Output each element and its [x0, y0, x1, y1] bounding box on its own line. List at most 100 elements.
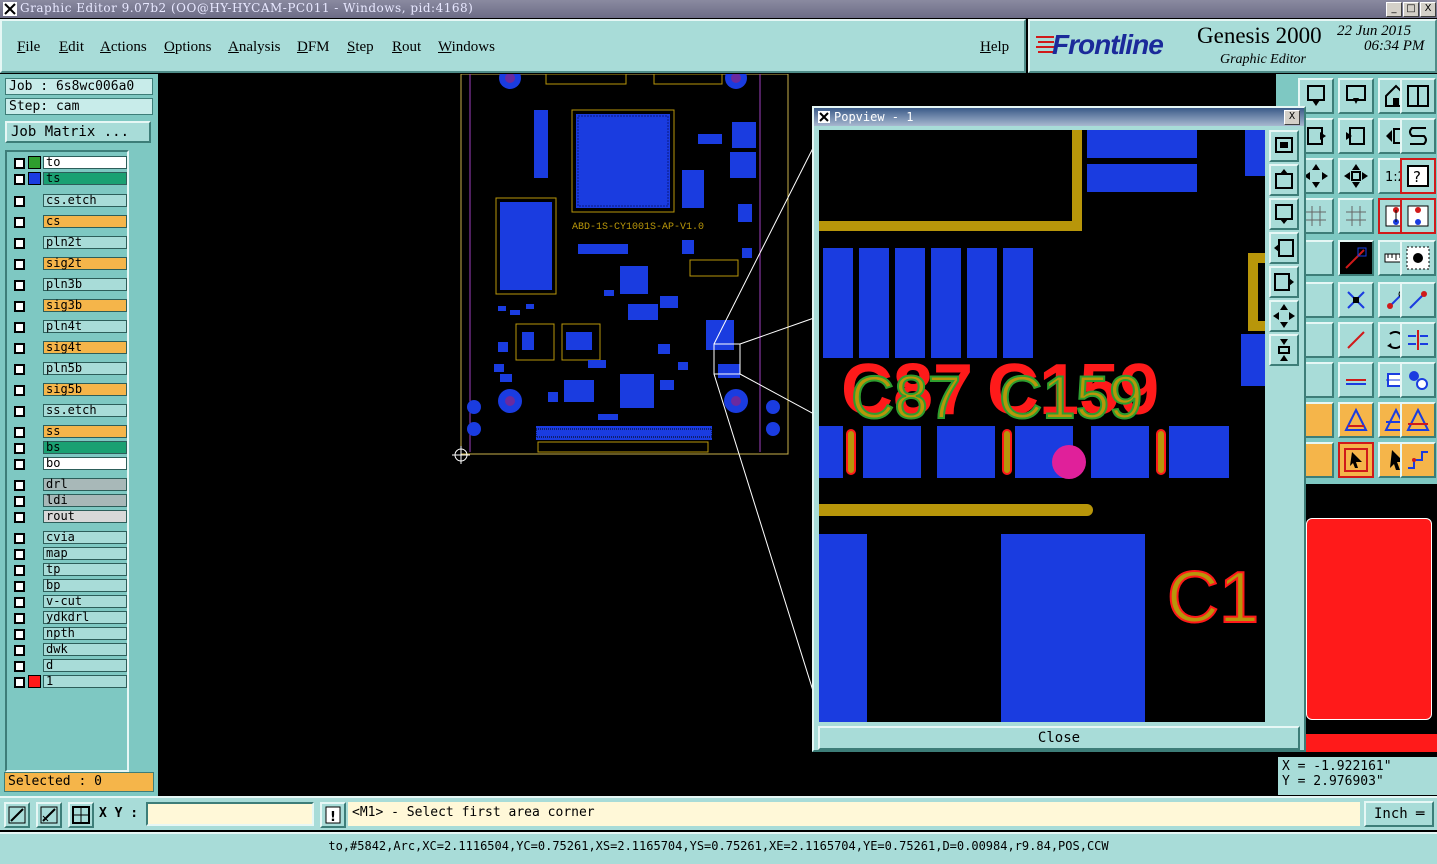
layer-row-bp[interactable]: bp: [10, 579, 128, 593]
layer-name[interactable]: npth: [43, 627, 127, 640]
layer-row-ts[interactable]: ts: [10, 172, 128, 186]
layer-name[interactable]: pln3b: [43, 278, 127, 291]
layer-color-swatch[interactable]: [28, 441, 41, 454]
layer-row-drl[interactable]: drl: [10, 478, 128, 492]
layer-name[interactable]: pln2t: [43, 236, 127, 249]
layer-name[interactable]: 1: [43, 675, 127, 688]
layer-checkbox[interactable]: [14, 496, 25, 507]
tool-diag-line[interactable]: [1338, 322, 1374, 358]
layer-checkbox[interactable]: [14, 364, 25, 375]
popview-close-button[interactable]: Close: [818, 726, 1300, 750]
layer-checkbox[interactable]: [14, 196, 25, 207]
layer-name[interactable]: bs: [43, 441, 127, 454]
layer-color-swatch[interactable]: [28, 595, 41, 608]
layer-checkbox[interactable]: [14, 238, 25, 249]
layer-name[interactable]: pln5b: [43, 362, 127, 375]
popview-tool-2[interactable]: [1269, 164, 1299, 196]
layer-color-swatch[interactable]: [28, 457, 41, 470]
layer-name[interactable]: v-cut: [43, 595, 127, 608]
layer-row-pln4t[interactable]: pln4t: [10, 320, 128, 334]
layer-color-swatch[interactable]: [28, 510, 41, 523]
layer-name[interactable]: rout: [43, 510, 127, 523]
layer-color-swatch[interactable]: [28, 299, 41, 312]
layer-color-swatch[interactable]: [28, 675, 41, 688]
layer-checkbox[interactable]: [14, 459, 25, 470]
tool-delete-x[interactable]: [1338, 282, 1374, 318]
menu-analysis[interactable]: Analysis: [228, 39, 281, 56]
layer-checkbox[interactable]: [14, 280, 25, 291]
layer-row-tp[interactable]: tp: [10, 563, 128, 577]
layer-color-swatch[interactable]: [28, 215, 41, 228]
layer-name[interactable]: sig4t: [43, 341, 127, 354]
layer-checkbox[interactable]: [14, 301, 25, 312]
layer-color-swatch[interactable]: [28, 156, 41, 169]
layer-name[interactable]: sig2t: [43, 257, 127, 270]
popview-canvas[interactable]: C87 C87 C159 C159 C1: [819, 130, 1265, 722]
layer-row-ss.etch[interactable]: ss.etch: [10, 404, 128, 418]
layer-row-to[interactable]: to: [10, 156, 128, 170]
tool-help[interactable]: ?: [1400, 158, 1436, 194]
layer-color-swatch[interactable]: [28, 320, 41, 333]
menu-edit[interactable]: Edit: [59, 39, 84, 56]
maximize-button[interactable]: □: [1403, 2, 1419, 17]
tool-line-end[interactable]: [1400, 282, 1436, 318]
layer-name[interactable]: ss.etch: [43, 404, 127, 417]
measure-tool-button[interactable]: [36, 802, 62, 828]
grid-tool-button[interactable]: [68, 802, 94, 828]
xy-input[interactable]: [146, 802, 314, 826]
layer-checkbox[interactable]: [14, 259, 25, 270]
layer-row-dwk[interactable]: dwk: [10, 643, 128, 657]
layer-row-cs[interactable]: cs: [10, 215, 128, 229]
minimize-button[interactable]: _: [1386, 2, 1402, 17]
layer-color-swatch[interactable]: [28, 383, 41, 396]
layer-row-sig3b[interactable]: sig3b: [10, 299, 128, 313]
tool-split-view[interactable]: [1400, 78, 1436, 114]
layer-name[interactable]: sig3b: [43, 299, 127, 312]
layer-color-swatch[interactable]: [28, 579, 41, 592]
alert-button[interactable]: !: [320, 802, 346, 828]
layer-row-rout[interactable]: rout: [10, 510, 128, 524]
layer-color-swatch[interactable]: [28, 341, 41, 354]
layer-color-swatch[interactable]: [28, 257, 41, 270]
layer-row-pln3b[interactable]: pln3b: [10, 278, 128, 292]
menu-actions[interactable]: Actions: [100, 39, 147, 56]
layer-checkbox[interactable]: [14, 597, 25, 608]
tool-triangle[interactable]: [1338, 402, 1374, 438]
tool-pan-screen[interactable]: [1338, 118, 1374, 154]
layer-color-swatch[interactable]: [28, 547, 41, 560]
layer-name[interactable]: bp: [43, 579, 127, 592]
layer-checkbox[interactable]: [14, 385, 25, 396]
layer-color-swatch[interactable]: [28, 362, 41, 375]
layer-checkbox[interactable]: [14, 322, 25, 333]
tool-draw-mode[interactable]: [1338, 240, 1374, 276]
layer-row-map[interactable]: map: [10, 547, 128, 561]
layer-name[interactable]: pln4t: [43, 320, 127, 333]
tool-mirror[interactable]: [1400, 322, 1436, 358]
layer-color-swatch[interactable]: [28, 278, 41, 291]
layer-checkbox[interactable]: [14, 661, 25, 672]
layer-name[interactable]: ts: [43, 172, 127, 185]
layer-name[interactable]: ldi: [43, 494, 127, 507]
popview-tool-3[interactable]: [1269, 198, 1299, 230]
layer-name[interactable]: dwk: [43, 643, 127, 656]
menu-file[interactable]: File: [17, 39, 40, 56]
layer-name[interactable]: sig5b: [43, 383, 127, 396]
units-select[interactable]: Inch ═: [1364, 801, 1434, 827]
layer-name[interactable]: tp: [43, 563, 127, 576]
menu-rout[interactable]: Rout: [392, 39, 421, 56]
layer-row-sig4t[interactable]: sig4t: [10, 341, 128, 355]
layer-checkbox[interactable]: [14, 406, 25, 417]
layer-name[interactable]: bo: [43, 457, 127, 470]
job-matrix-button[interactable]: Job Matrix ...: [5, 121, 151, 143]
menu-step[interactable]: Step: [347, 39, 374, 56]
popview-tool-5[interactable]: [1269, 266, 1299, 298]
popview-close-x[interactable]: X: [1284, 110, 1300, 125]
layer-name[interactable]: cvia: [43, 531, 127, 544]
layer-color-swatch[interactable]: [28, 478, 41, 491]
layer-color-swatch[interactable]: [28, 494, 41, 507]
tool-zoom-down[interactable]: [1338, 78, 1374, 114]
layer-color-swatch[interactable]: [28, 627, 41, 640]
layer-row-cvia[interactable]: cvia: [10, 531, 128, 545]
popview-tool-6[interactable]: [1269, 300, 1299, 332]
layer-color-swatch[interactable]: [28, 563, 41, 576]
